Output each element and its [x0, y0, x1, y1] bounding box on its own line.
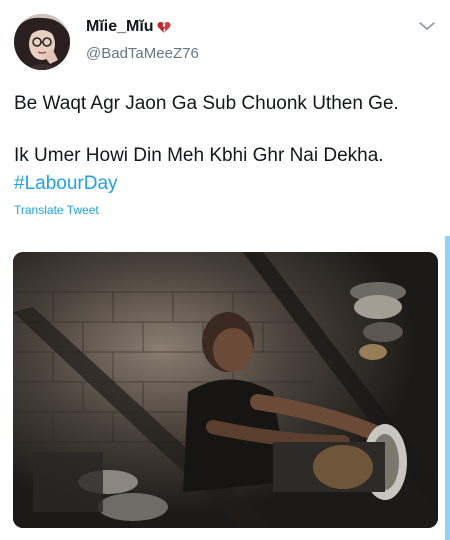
tweet-card: Mĭie_Mĭu @BadTaMeeZ76 Be Waqt Agr Jaon… [0, 0, 450, 540]
user-info[interactable]: Mĭie_Mĭu @BadTaMeeZ76 [86, 18, 199, 62]
tweet-text: Be Waqt Agr Jaon Ga Sub Chuonk Uthen Ge.… [14, 90, 434, 198]
chevron-down-icon[interactable] [418, 20, 436, 32]
tweet-media-image[interactable] [13, 252, 438, 528]
display-name[interactable]: Mĭie_Mĭu [86, 18, 199, 36]
scrollbar[interactable] [445, 236, 450, 540]
avatar[interactable] [14, 14, 70, 70]
tweet-line-2: Ik Umer Howi Din Meh Kbhi Ghr Nai Dekha. [14, 145, 384, 166]
user-handle[interactable]: @BadTaMeeZ76 [86, 45, 199, 62]
translate-tweet-link[interactable]: Translate Tweet [14, 203, 99, 217]
hashtag-link[interactable]: #LabourDay [14, 170, 434, 198]
display-name-text: Mĭie_Mĭu [86, 18, 154, 35]
broken-heart-icon [157, 21, 171, 33]
tweet-line-1: Be Waqt Agr Jaon Ga Sub Chuonk Uthen Ge. [14, 93, 399, 114]
